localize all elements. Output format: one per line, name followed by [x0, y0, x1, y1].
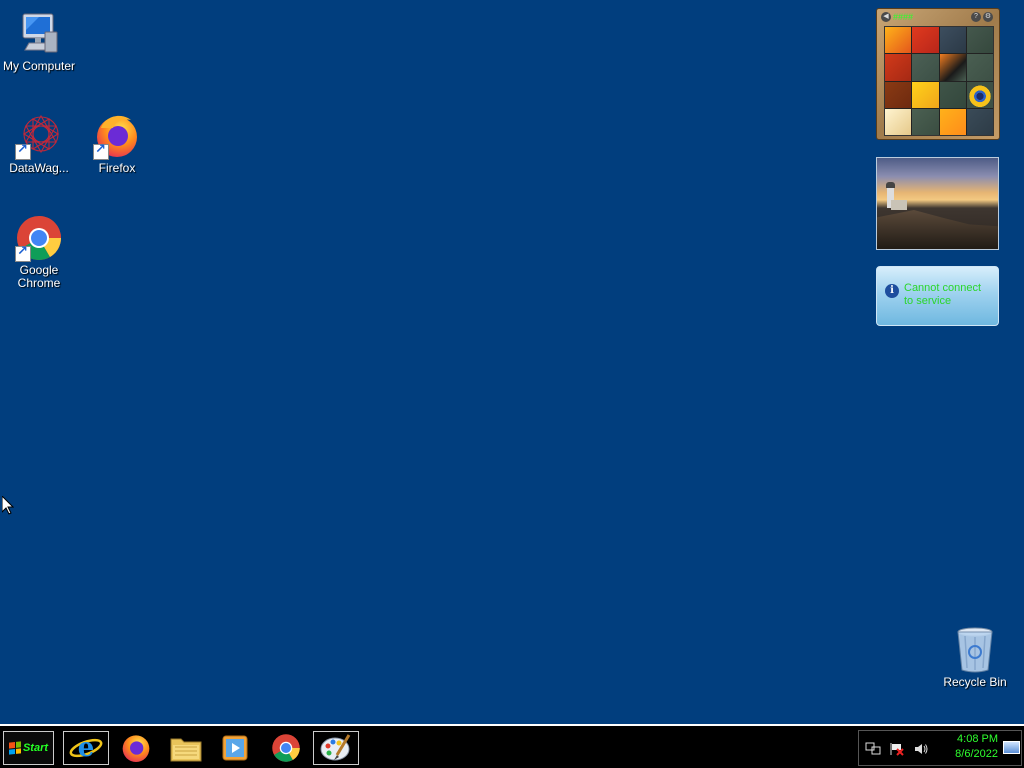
start-button[interactable]: Start	[3, 731, 54, 765]
gadget-toolbar: ◀ #### ? ⚙	[877, 9, 999, 25]
taskbar-internet-explorer[interactable]: e	[63, 731, 109, 765]
desktop-icon-label: Firefox	[98, 161, 136, 175]
desktop-icon-my-computer[interactable]: My Computer	[0, 10, 78, 73]
desktop-icon-label: My Computer	[2, 59, 76, 73]
puzzle-tile[interactable]	[966, 81, 993, 108]
clock-date: 8/6/2022	[955, 748, 998, 760]
taskbar-media-player[interactable]	[212, 731, 258, 765]
puzzle-tile[interactable]	[939, 81, 966, 108]
recycle-bin-icon	[951, 626, 999, 674]
desktop-icon-firefox[interactable]: Firefox	[78, 112, 156, 175]
desktop-icon-recycle-bin[interactable]: Recycle Bin	[936, 626, 1014, 689]
windows-logo-icon	[8, 741, 21, 755]
chrome-icon	[272, 734, 300, 762]
photo-cliff	[877, 210, 998, 249]
desktop-icon-google-chrome[interactable]: Google Chrome	[0, 214, 78, 290]
back-icon[interactable]: ◀	[881, 12, 891, 22]
help-icon[interactable]: ?	[971, 12, 981, 22]
desktop-icon-label: Recycle Bin	[943, 675, 1007, 689]
puzzle-tile[interactable]	[939, 54, 966, 81]
puzzle-tile[interactable]	[885, 54, 912, 81]
puzzle-tile[interactable]	[966, 54, 993, 81]
media-player-icon	[222, 735, 248, 761]
volume-icon[interactable]	[913, 742, 929, 756]
desktop: My Computer DataWag...	[0, 0, 1024, 724]
options-icon[interactable]: ⚙	[983, 12, 993, 22]
paint-icon	[320, 734, 351, 761]
svg-text:e: e	[78, 733, 95, 763]
weather-gadget[interactable]: i Cannot connect to service	[876, 266, 999, 326]
firefox-icon	[93, 112, 141, 160]
internet-explorer-icon: e	[69, 733, 103, 763]
network-icon[interactable]	[865, 742, 881, 756]
folder-icon	[170, 738, 202, 762]
puzzle-tile[interactable]	[939, 27, 966, 54]
datawagon-icon	[15, 112, 63, 160]
puzzle-tile[interactable]	[885, 27, 912, 54]
shortcut-arrow-icon	[15, 142, 31, 160]
puzzle-tile[interactable]	[966, 27, 993, 54]
slideshow-gadget[interactable]	[876, 157, 999, 250]
gadget-title: ####	[893, 12, 914, 22]
mouse-cursor-icon	[2, 496, 14, 515]
show-desktop-button[interactable]	[1003, 741, 1020, 754]
picture-puzzle-gadget[interactable]: ◀ #### ? ⚙	[876, 8, 1000, 140]
puzzle-grid[interactable]	[884, 26, 994, 136]
taskbar-file-explorer[interactable]	[163, 731, 209, 765]
weather-error-message: Cannot connect to service	[904, 282, 982, 307]
puzzle-tile[interactable]	[912, 108, 939, 135]
chrome-icon	[15, 214, 63, 262]
puzzle-tile[interactable]	[912, 54, 939, 81]
info-icon: i	[885, 284, 899, 298]
puzzle-tile[interactable]	[939, 108, 966, 135]
desktop-icon-datawagon[interactable]: DataWag...	[0, 112, 78, 175]
taskbar-chrome[interactable]	[263, 731, 309, 765]
taskbar-paint[interactable]	[313, 731, 359, 765]
computer-icon	[15, 10, 63, 58]
action-center-flag-icon[interactable]	[889, 742, 905, 756]
puzzle-tile[interactable]	[885, 108, 912, 135]
desktop-icon-label: Google Chrome	[17, 263, 61, 290]
taskbar: Start e	[0, 724, 1024, 768]
taskbar-firefox[interactable]	[113, 731, 159, 765]
puzzle-tile[interactable]	[885, 81, 912, 108]
shortcut-arrow-icon	[15, 244, 31, 262]
puzzle-tile[interactable]	[912, 81, 939, 108]
puzzle-tile[interactable]	[966, 108, 993, 135]
clock-time: 4:08 PM	[957, 733, 998, 745]
desktop-icon-label: DataWag...	[9, 161, 69, 175]
firefox-icon	[122, 735, 150, 762]
shortcut-arrow-icon	[93, 142, 109, 160]
start-label: Start	[22, 742, 49, 754]
puzzle-tile[interactable]	[912, 27, 939, 54]
tray-clock[interactable]: 4:08 PM 8/6/2022	[938, 732, 998, 762]
